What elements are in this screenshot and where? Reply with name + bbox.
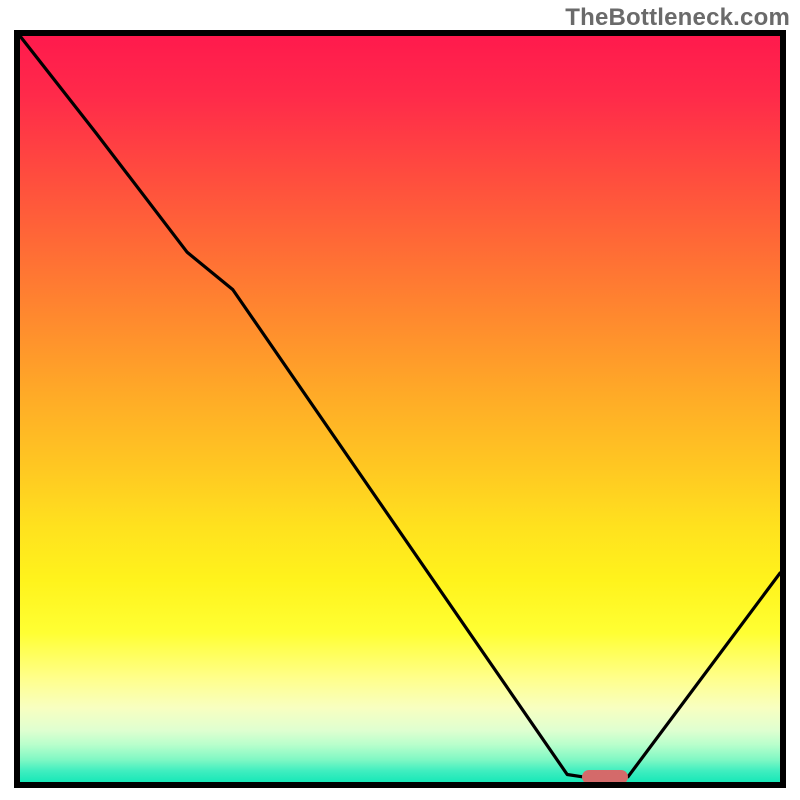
chart-frame: TheBottleneck.com [0, 0, 800, 800]
curve-layer [20, 36, 780, 782]
watermark-text: TheBottleneck.com [565, 4, 790, 32]
bottleneck-curve [20, 36, 780, 777]
plot-area [20, 36, 780, 782]
plot-border [14, 30, 786, 788]
optimal-marker [582, 770, 628, 782]
